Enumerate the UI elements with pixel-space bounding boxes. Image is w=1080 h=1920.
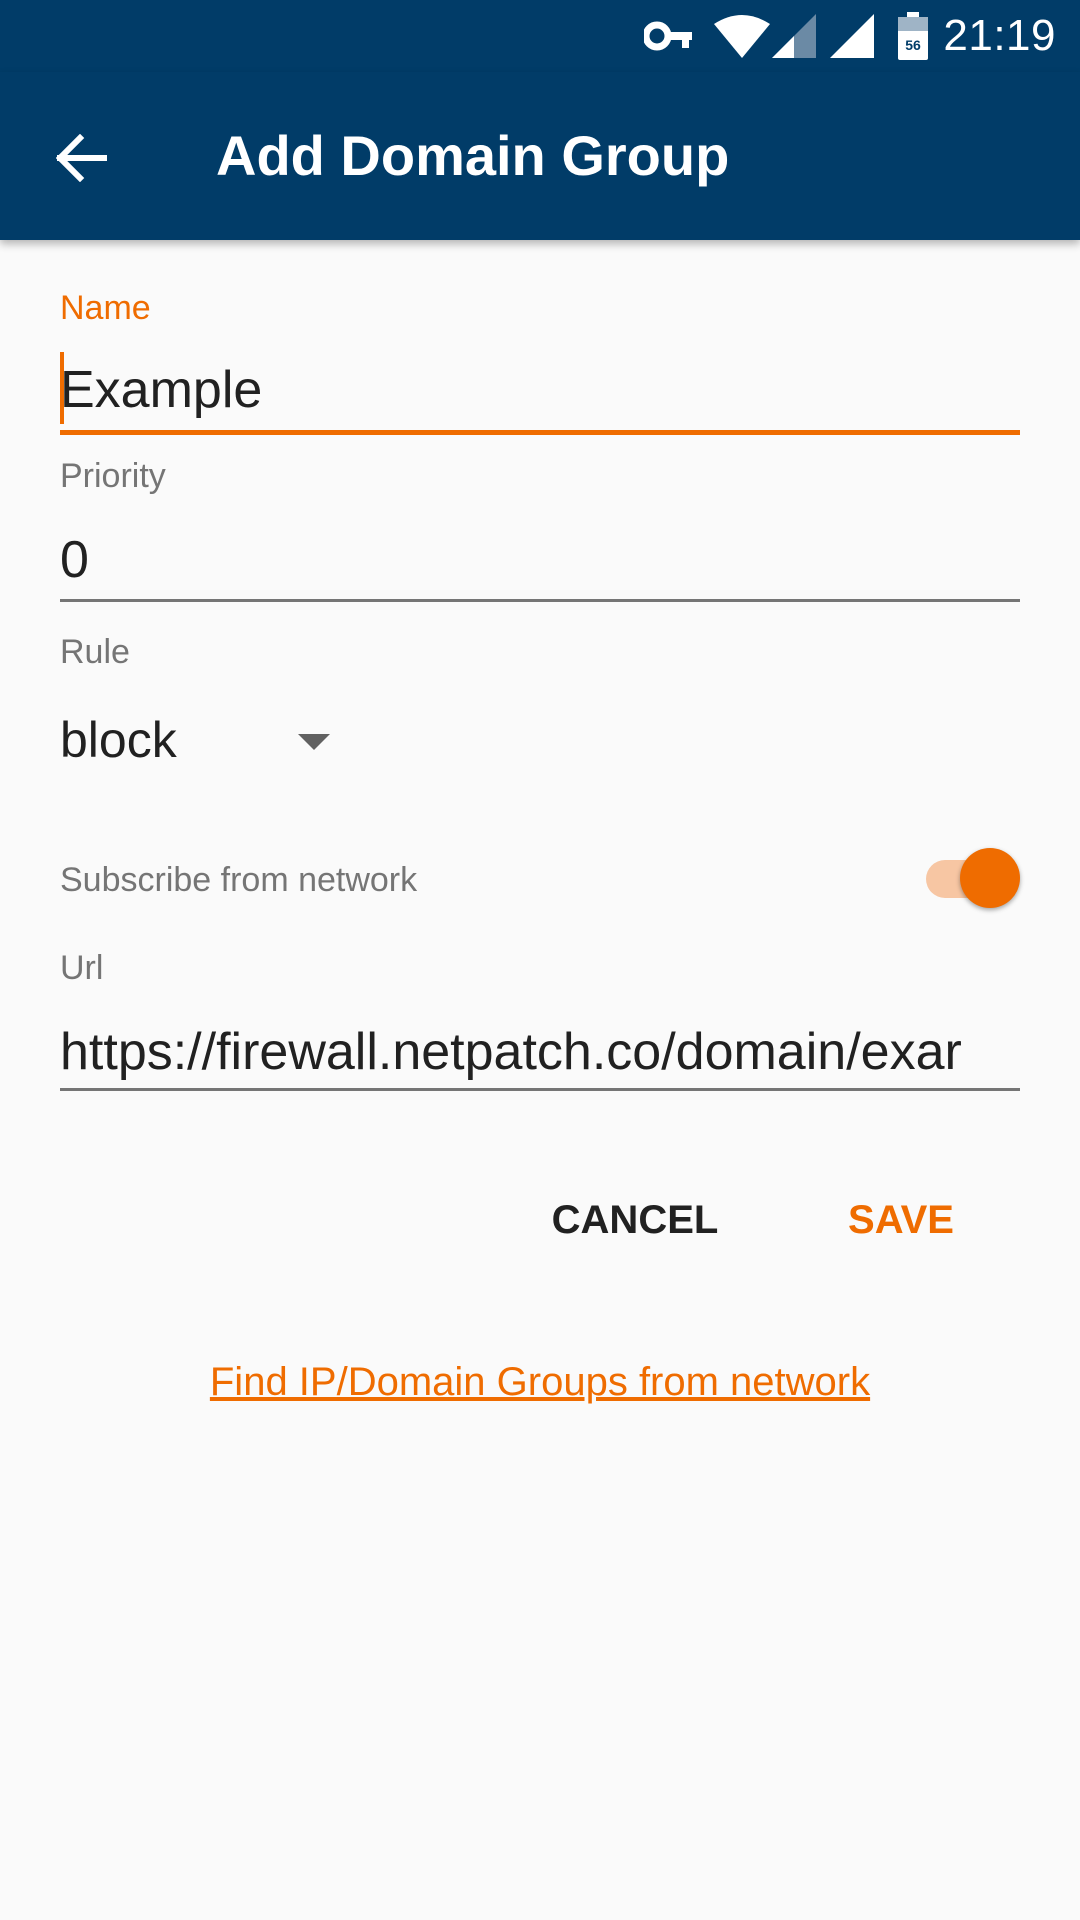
subscribe-label: Subscribe from network [60, 861, 418, 899]
page-title: Add Domain Group [216, 124, 730, 187]
app-bar: Add Domain Group [0, 72, 1080, 240]
status-time: 21:19 [943, 11, 1056, 60]
priority-label: Priority [60, 457, 166, 495]
arrow-back-icon [55, 133, 108, 187]
save-button[interactable]: SAVE [826, 1190, 976, 1250]
status-bar: 56 21:19 [0, 0, 1080, 72]
cancel-button[interactable]: CANCEL [540, 1190, 730, 1250]
back-button[interactable] [40, 118, 124, 202]
priority-underline [60, 599, 1020, 602]
url-label: Url [60, 949, 104, 987]
url-underline [60, 1088, 1020, 1091]
dropdown-arrow-icon [298, 734, 330, 750]
priority-input[interactable] [60, 526, 1020, 594]
wifi-icon [714, 14, 770, 63]
name-label: Name [60, 289, 151, 327]
url-input[interactable] [60, 1018, 1020, 1086]
name-underline [60, 430, 1020, 435]
rule-label: Rule [60, 633, 130, 671]
toggle-thumb [960, 848, 1020, 908]
rule-dropdown[interactable]: block [60, 700, 350, 780]
name-input[interactable] [60, 356, 1020, 424]
rule-selected-value: block [60, 712, 177, 768]
signal-icon [772, 14, 816, 63]
battery-icon: 56 [898, 12, 928, 65]
find-groups-link[interactable]: Find IP/Domain Groups from network [0, 1354, 1080, 1410]
vpn-key-icon [642, 18, 694, 59]
signal-full-icon [830, 14, 874, 63]
battery-level: 56 [905, 37, 921, 53]
subscribe-toggle[interactable] [920, 846, 1024, 910]
